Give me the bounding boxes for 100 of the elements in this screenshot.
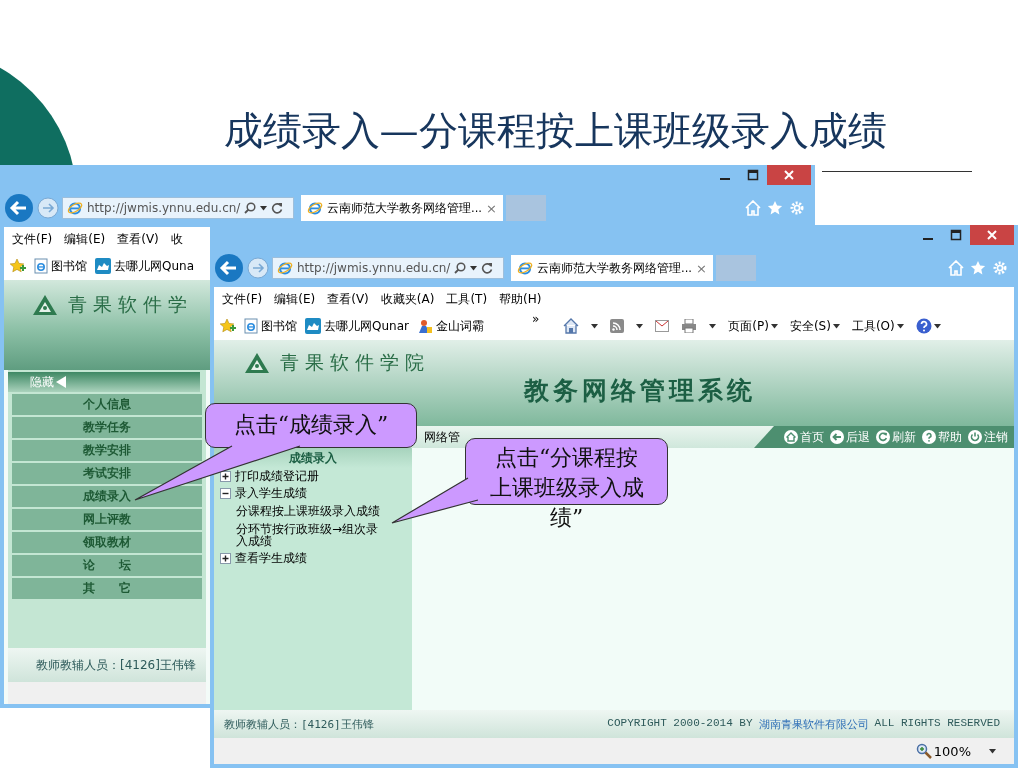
zoom-icon[interactable] xyxy=(915,743,932,759)
sidebar-item[interactable]: 成绩录入 xyxy=(12,486,202,507)
user-info: 教师教辅人员：[4126]王伟锋 xyxy=(8,648,206,682)
menu-item[interactable]: 工具(T) xyxy=(446,291,488,308)
favorite-link[interactable]: 图书馆 xyxy=(34,257,87,275)
menu-item[interactable]: 帮助(H) xyxy=(499,291,542,308)
refresh-icon[interactable] xyxy=(481,262,494,274)
star-icon[interactable] xyxy=(970,260,986,276)
location-text: 网络管 xyxy=(424,428,460,446)
sidebar-item[interactable]: 其 它 xyxy=(12,578,202,599)
search-icon[interactable] xyxy=(244,202,257,214)
slide-title: 成绩录入—分课程按上课班级录入成绩 xyxy=(222,107,888,155)
caret-icon[interactable] xyxy=(933,323,941,329)
favorite-link[interactable]: 金山词霸 xyxy=(416,317,484,335)
back-arrow-icon[interactable] xyxy=(830,430,844,444)
caret-icon[interactable] xyxy=(989,748,996,754)
page-icon[interactable] xyxy=(34,258,48,274)
address-field[interactable]: http://jwmis.ynnu.edu.cn/ xyxy=(62,197,294,219)
page-icon[interactable] xyxy=(244,318,258,334)
feed-icon[interactable] xyxy=(610,319,625,333)
sidebar-item[interactable]: 教学安排 xyxy=(12,440,202,461)
star-icon[interactable] xyxy=(767,200,783,216)
nav-link[interactable]: 刷新 xyxy=(876,428,916,446)
menu-item[interactable]: 查看(V) xyxy=(327,291,369,308)
nav-link[interactable]: 注销 xyxy=(968,428,1008,446)
favorite-link[interactable]: 图书馆 xyxy=(244,317,297,335)
sidebar-item[interactable]: 个人信息 xyxy=(12,394,202,415)
home-icon[interactable] xyxy=(563,318,580,334)
favorites-star-icon[interactable] xyxy=(220,318,236,334)
refresh-icon[interactable] xyxy=(271,202,284,214)
printer-icon[interactable] xyxy=(681,319,698,333)
favorite-link[interactable]: 去哪儿网Quna xyxy=(95,257,194,275)
tab-close-button[interactable]: × xyxy=(695,260,707,276)
zoom-level[interactable]: 100% xyxy=(915,743,971,759)
tree-item[interactable]: 录入学生成绩 xyxy=(235,485,307,502)
caret-icon[interactable] xyxy=(260,205,268,211)
sidebar-item[interactable]: 网上评教 xyxy=(12,509,202,530)
site-logo-text: 青果软件学院 xyxy=(280,350,430,375)
callout-text: 点击“分课程按上课班级录入成绩” xyxy=(489,445,644,530)
favorites-star-icon[interactable] xyxy=(10,258,26,274)
maximize-icon[interactable] xyxy=(950,229,962,241)
company-link[interactable]: 湖南青果软件有限公司 xyxy=(758,716,869,732)
power-icon[interactable] xyxy=(968,430,982,444)
refresh-icon[interactable] xyxy=(876,430,890,444)
menu-item[interactable]: 文件(F) xyxy=(12,231,53,248)
close-icon[interactable] xyxy=(783,169,795,181)
site-logo-text: 青果软件学 xyxy=(68,292,193,317)
url-text: http://jwmis.ynnu.edu.cn/ xyxy=(87,201,241,215)
system-title: 教务网络管理系统 xyxy=(524,375,756,407)
sidebar-item[interactable]: 领取教材 xyxy=(12,532,202,553)
sidebar-item[interactable]: 教学任务 xyxy=(12,417,202,438)
caret-icon[interactable] xyxy=(832,323,840,329)
menu-item[interactable]: 收藏夹(A) xyxy=(380,291,435,308)
sidebar-item[interactable]: 论 坛 xyxy=(12,555,202,576)
command-menu[interactable]: 工具(O) xyxy=(851,317,904,335)
browser-logo-icon xyxy=(67,200,83,216)
help-icon[interactable] xyxy=(922,430,936,444)
copyright-text: COPYRIGHT 2000-2014 BY xyxy=(607,716,753,731)
browser-logo-icon xyxy=(277,260,293,276)
tab-title: 云南师范大学教务网络管理... xyxy=(327,200,482,216)
maximize-icon[interactable] xyxy=(747,169,759,181)
caret-icon[interactable] xyxy=(470,265,478,271)
nav-link[interactable]: 首页 xyxy=(784,428,824,446)
close-icon[interactable] xyxy=(986,229,998,241)
collapse-icon[interactable] xyxy=(220,488,231,499)
browser-tab[interactable]: 云南师范大学教务网络管理... × xyxy=(511,255,713,281)
user-info: 教师教辅人员：[4126]王伟锋 xyxy=(224,716,374,732)
address-field[interactable]: http://jwmis.ynnu.edu.cn/ xyxy=(272,257,504,279)
menu-item[interactable]: 编辑(E) xyxy=(274,291,316,308)
nav-link[interactable]: 帮助 xyxy=(922,428,962,446)
tree-item[interactable]: 打印成绩登记册 xyxy=(235,468,319,485)
favorite-link[interactable]: 去哪儿网Qunar xyxy=(305,317,409,335)
menu-item[interactable]: 查看(V) xyxy=(117,231,159,248)
tab-title: 云南师范大学教务网络管理... xyxy=(537,260,692,276)
close-button[interactable] xyxy=(970,225,1014,245)
browser-tab[interactable]: 云南师范大学教务网络管理... × xyxy=(301,195,503,221)
command-menu[interactable]: 页面(P) xyxy=(728,317,778,335)
tree-item[interactable]: 分课程按上课班级录入成绩 xyxy=(214,505,386,517)
menu-item[interactable]: 文件(F) xyxy=(222,291,263,308)
dictionary-person-icon[interactable] xyxy=(416,318,433,334)
tree-item[interactable]: 查看学生成绩 xyxy=(235,550,307,567)
help-icon[interactable] xyxy=(915,318,932,334)
home-icon[interactable] xyxy=(784,430,798,444)
copyright-text: ALL RIGHTS RESERVED xyxy=(874,716,1000,731)
menu-item[interactable]: 编辑(E) xyxy=(64,231,106,248)
tree-item[interactable]: 分环节按行政班级→组次录入成绩 xyxy=(214,523,386,547)
tab-close-button[interactable]: × xyxy=(485,200,497,216)
callout-text: 点击“成绩录入” xyxy=(233,412,389,437)
nav-link[interactable]: 后退 xyxy=(830,428,870,446)
close-button[interactable] xyxy=(767,165,811,185)
logo-icon xyxy=(32,294,58,316)
expand-icon[interactable] xyxy=(220,553,231,564)
sidebar-item[interactable]: 考试安排 xyxy=(12,463,202,484)
more-button[interactable]: » xyxy=(531,312,540,326)
search-icon[interactable] xyxy=(454,262,467,274)
command-menu[interactable]: 安全(S) xyxy=(789,317,840,335)
menu-item[interactable]: 收 xyxy=(170,231,183,248)
collapse-arrow-icon[interactable] xyxy=(56,376,66,388)
caret-icon[interactable] xyxy=(896,323,904,329)
mail-icon[interactable] xyxy=(655,320,670,332)
